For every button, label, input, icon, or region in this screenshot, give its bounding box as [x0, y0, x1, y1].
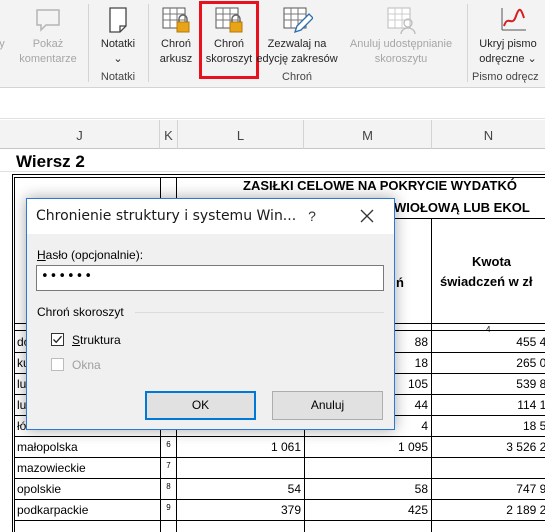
row-index[interactable]: 7	[161, 461, 176, 470]
row-value-m[interactable]: 58	[306, 482, 428, 496]
row-border	[14, 520, 545, 521]
ok-button[interactable]: OK	[145, 391, 256, 420]
group-label-protect: Chroń	[282, 71, 312, 83]
row-value-n[interactable]: 18 50	[433, 419, 545, 433]
structure-checkbox[interactable]	[51, 333, 64, 346]
dialog-title: Chronienie struktury i systemu Win...	[36, 208, 297, 224]
row-border	[14, 478, 545, 479]
ink-icon	[501, 8, 526, 31]
help-button[interactable]: ?	[297, 202, 327, 230]
highlight-box	[199, 1, 259, 79]
row-value-m[interactable]: 425	[306, 503, 428, 517]
ribbon: y Pokaż komentarze Notatki ⌄ Notatki Chr…	[0, 0, 545, 88]
row-value-n[interactable]: 3 526 22	[433, 440, 545, 454]
protect-group-label: Chroń skoroszyt	[37, 305, 124, 319]
table-border	[12, 174, 545, 175]
show-comments-button[interactable]: Pokaż komentarze	[14, 0, 82, 72]
column-header-k[interactable]: K	[160, 120, 178, 149]
hide-ink-label: Ukryj pismo odręczne ⌄	[479, 38, 537, 65]
column-header-l[interactable]: L	[178, 120, 304, 149]
notes-label: Notatki ⌄	[100, 38, 136, 65]
table-border	[12, 174, 13, 532]
sheet-title: Wiersz 2	[16, 152, 85, 171]
group-label-notes: Notatki	[100, 71, 136, 83]
row-index[interactable]: 8	[161, 482, 176, 491]
separator	[88, 4, 89, 82]
table-header-line1: ZASIŁKI CELOWE NA POKRYCIE WYDATKÓ	[243, 178, 517, 193]
password-input[interactable]: ••••••	[36, 265, 384, 291]
separator	[148, 4, 149, 82]
column-index-n: 4	[486, 325, 491, 334]
formula-area	[0, 89, 545, 119]
kwota-header-line1: Kwota	[472, 254, 511, 269]
row-region-name[interactable]: małopolska	[17, 440, 78, 454]
password-label: Hasło (opcjonalnie):	[37, 248, 144, 262]
unshare-workbook-label: Anuluj udostępnianie skoroszytu	[349, 38, 453, 65]
row-index[interactable]: 6	[161, 440, 176, 449]
protect-sheet-button[interactable]: Chroń arkusz	[150, 0, 202, 72]
show-comments-label: Pokaż komentarze	[19, 38, 77, 65]
windows-checkbox[interactable]	[51, 358, 64, 371]
column-header-m[interactable]: M	[304, 120, 432, 149]
column-header-n[interactable]: N	[432, 120, 545, 149]
protect-workbook-dialog: Chronienie struktury i systemu Win... ? …	[26, 198, 395, 430]
column-header-j[interactable]: J	[0, 120, 160, 149]
table-header-line2: WIOŁOWĄ LUB EKOL	[394, 200, 530, 215]
row-region-name[interactable]: lu	[17, 377, 26, 391]
row-value-n[interactable]: 265 07	[433, 356, 545, 370]
windows-label[interactable]: Okna	[72, 358, 101, 372]
row-value-n[interactable]: 539 84	[433, 377, 545, 391]
close-icon	[360, 209, 374, 223]
row-value-n[interactable]: 114 10	[433, 398, 545, 412]
row-value-l[interactable]: 54	[180, 482, 301, 496]
dialog-title-bar[interactable]: Chronienie struktury i systemu Win... ?	[27, 199, 394, 234]
row-region-name[interactable]: lu	[17, 398, 26, 412]
row-value-l[interactable]: 379	[180, 503, 301, 517]
row-value-m[interactable]: 1 095	[306, 440, 428, 454]
row-value-n[interactable]: 455 49	[433, 335, 545, 349]
cancel-button[interactable]: Anuluj	[272, 391, 383, 420]
allow-edit-ranges-label: Zezwalaj na edycję zakresów	[256, 38, 338, 65]
unshare-workbook-icon	[387, 7, 416, 35]
row-region-name[interactable]: opolskie	[17, 482, 61, 496]
group-label-ink: Pismo odręcz	[472, 71, 539, 83]
structure-label[interactable]: Struktura	[72, 333, 121, 347]
row-region-name[interactable]: podkarpackie	[17, 503, 88, 517]
hide-ink-button[interactable]: Ukryj pismo odręczne ⌄	[472, 0, 545, 72]
row-border	[14, 436, 545, 437]
unshare-workbook-button[interactable]: Anuluj udostępnianie skoroszytu	[340, 0, 462, 72]
column-header-partial: ń	[396, 275, 404, 290]
allow-edit-ranges-button[interactable]: Zezwalaj na edycję zakresów	[255, 0, 339, 72]
row-value-n[interactable]: 2 189 26	[433, 503, 545, 517]
checkmark-icon	[53, 335, 62, 344]
notes-button[interactable]: Notatki ⌄	[93, 0, 143, 72]
kwota-header-line2: świadczeń w zł	[440, 274, 533, 289]
comment-icon	[36, 9, 60, 32]
prev-comment-button[interactable]: y	[0, 0, 12, 72]
allow-edit-ranges-icon	[283, 7, 313, 34]
column-headers: J K L M N	[0, 120, 545, 149]
separator	[467, 4, 468, 82]
note-icon	[109, 7, 127, 33]
row-value-n[interactable]: 747 95	[433, 482, 545, 496]
row-region-name[interactable]: mazowieckie	[17, 461, 86, 475]
protect-sheet-label: Chroń arkusz	[159, 38, 193, 65]
group-divider	[135, 312, 384, 313]
row-value-l[interactable]: 1 061	[180, 440, 301, 454]
row-border	[14, 457, 545, 458]
table-border	[431, 218, 432, 532]
close-button[interactable]	[344, 202, 390, 230]
protect-sheet-icon	[162, 7, 190, 33]
row-border	[14, 499, 545, 500]
row-index[interactable]: 9	[161, 503, 176, 512]
